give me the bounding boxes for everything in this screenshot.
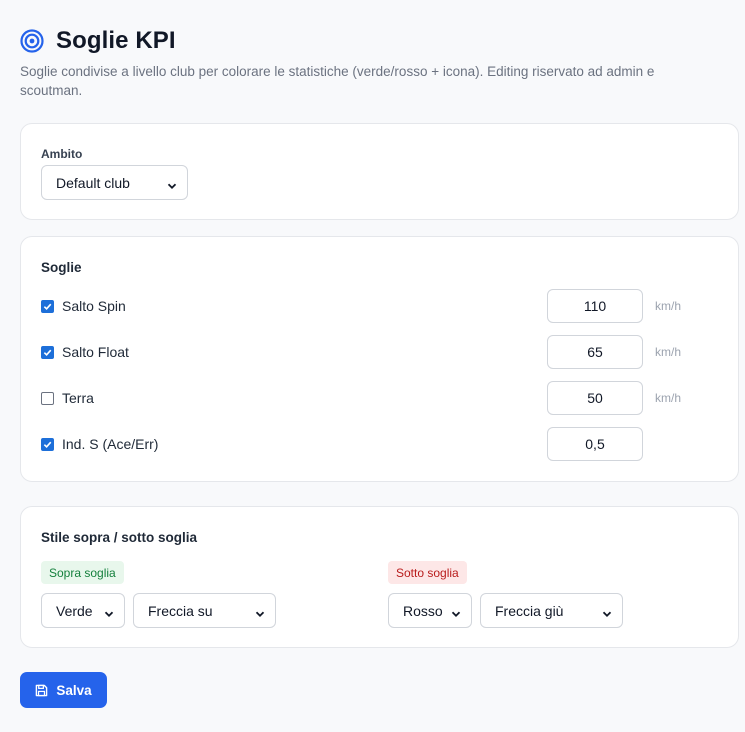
save-button-label: Salva xyxy=(56,682,92,698)
threshold-input-salto-float[interactable]: 65 xyxy=(547,335,643,369)
threshold-row-salto-float: Salto Float 65 km/h xyxy=(41,335,721,369)
page-subtitle: Soglie condivise a livello club per colo… xyxy=(20,64,655,98)
chevron-down-icon xyxy=(255,606,265,617)
sotto-icon-value: Freccia giù xyxy=(495,602,564,619)
ambito-select[interactable]: Default club xyxy=(41,165,188,200)
threshold-input-ind-s[interactable]: 0,5 xyxy=(547,427,643,461)
sopra-color-value: Verde xyxy=(56,602,93,619)
sotto-color-value: Rosso xyxy=(403,602,443,619)
sopra-icon-value: Freccia su xyxy=(148,602,213,619)
threshold-row-ind-s: Ind. S (Ace/Err) 0,5 xyxy=(41,427,721,461)
chevron-down-icon xyxy=(167,178,177,189)
unit-label: km/h xyxy=(655,299,682,313)
ambito-card: Ambito Default club xyxy=(20,123,739,220)
row-label: Terra xyxy=(62,390,94,406)
target-icon xyxy=(20,29,44,53)
save-icon xyxy=(35,684,48,697)
chevron-down-icon xyxy=(602,606,612,617)
sopra-soglia-badge: Sopra soglia xyxy=(41,561,124,584)
ambito-label: Ambito xyxy=(41,147,83,161)
unit-label: km/h xyxy=(655,391,682,405)
threshold-row-salto-spin: Salto Spin 110 km/h xyxy=(41,289,721,323)
stile-card: Stile sopra / sotto soglia Sopra soglia … xyxy=(20,506,739,648)
unit-label: km/h xyxy=(655,345,682,359)
threshold-input-terra[interactable]: 50 xyxy=(547,381,643,415)
page-header: Soglie KPI Soglie condivise a livello cl… xyxy=(20,26,720,100)
sotto-icon-select[interactable]: Freccia giù xyxy=(480,593,623,628)
row-label: Salto Float xyxy=(62,344,129,360)
chevron-down-icon xyxy=(451,606,461,617)
chevron-down-icon xyxy=(104,606,114,617)
sotto-color-select[interactable]: Rosso xyxy=(388,593,472,628)
checkbox-salto-float[interactable] xyxy=(41,345,54,359)
sopra-color-select[interactable]: Verde xyxy=(41,593,125,628)
title-row: Soglie KPI xyxy=(20,26,720,56)
sopra-icon-select[interactable]: Freccia su xyxy=(133,593,276,628)
ambito-select-value: Default club xyxy=(56,174,130,191)
sotto-soglia-badge: Sotto soglia xyxy=(388,561,467,584)
threshold-input-salto-spin[interactable]: 110 xyxy=(547,289,643,323)
threshold-row-terra: Terra 50 km/h xyxy=(41,381,721,415)
stile-title: Stile sopra / sotto soglia xyxy=(41,530,198,545)
checkbox-ind-s[interactable] xyxy=(41,437,54,451)
row-label: Ind. S (Ace/Err) xyxy=(62,436,159,452)
checkbox-salto-spin[interactable] xyxy=(41,299,54,313)
save-button[interactable]: Salva xyxy=(20,672,107,708)
row-label: Salto Spin xyxy=(62,298,126,314)
checkbox-terra[interactable] xyxy=(41,391,54,405)
soglie-card: Soglie Salto Spin 110 km/h Salto Float 6… xyxy=(20,236,739,482)
soglie-title: Soglie xyxy=(41,260,82,275)
page-title: Soglie KPI xyxy=(56,27,176,54)
